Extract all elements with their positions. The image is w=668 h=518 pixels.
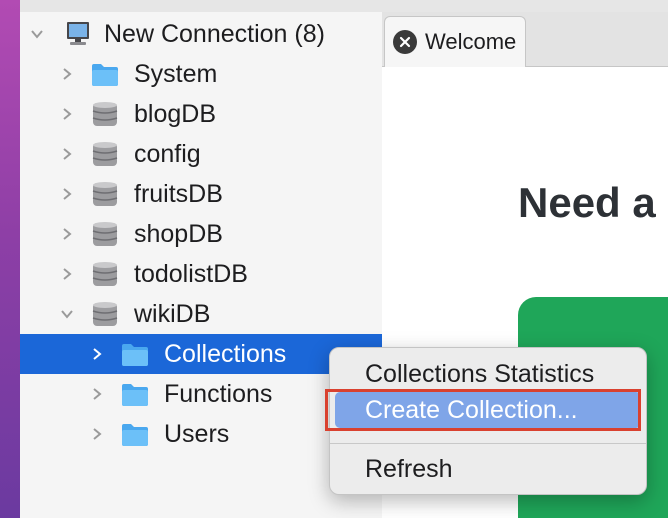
menu-item-label: Refresh xyxy=(365,455,453,483)
menu-item-refresh[interactable]: Refresh xyxy=(330,451,646,487)
tree-item-new-connection[interactable]: New Connection (8) xyxy=(20,14,382,54)
chevron-right-icon[interactable] xyxy=(57,214,77,254)
database-icon xyxy=(90,219,120,249)
chevron-right-icon[interactable] xyxy=(87,334,107,374)
database-icon xyxy=(90,139,120,169)
folder-icon xyxy=(120,339,150,369)
tree-item-label: blogDB xyxy=(134,100,216,128)
chevron-right-icon[interactable] xyxy=(57,174,77,214)
chevron-down-icon[interactable] xyxy=(57,294,77,334)
desktop-background xyxy=(0,0,20,518)
tree-item-label: shopDB xyxy=(134,220,223,248)
tree-item-system[interactable]: System xyxy=(20,54,382,94)
computer-icon xyxy=(63,19,93,49)
tree-item-wikidb[interactable]: wikiDB xyxy=(20,294,382,334)
tab-welcome[interactable]: Welcome xyxy=(384,16,526,67)
menu-item-collections-statistics[interactable]: Collections Statistics xyxy=(330,356,646,392)
tree-item-label: Collections xyxy=(164,340,287,368)
tab-bar: Welcome xyxy=(382,12,668,67)
chevron-right-icon[interactable] xyxy=(57,54,77,94)
chevron-right-icon[interactable] xyxy=(57,254,77,294)
tree-item-todolistdb[interactable]: todolistDB xyxy=(20,254,382,294)
tree-item-config[interactable]: config xyxy=(20,134,382,174)
chevron-down-icon[interactable] xyxy=(27,14,47,54)
tree-item-label: Users xyxy=(164,420,230,448)
tree-item-shopdb[interactable]: shopDB xyxy=(20,214,382,254)
tree-item-label: System xyxy=(134,60,218,88)
chevron-right-icon[interactable] xyxy=(57,94,77,134)
chevron-right-icon[interactable] xyxy=(87,374,107,414)
close-icon[interactable] xyxy=(393,30,417,54)
menu-item-label: Collections Statistics xyxy=(365,360,595,388)
tree-item-label: todolistDB xyxy=(134,260,248,288)
chevron-right-icon[interactable] xyxy=(87,414,107,454)
database-icon xyxy=(90,179,120,209)
tree-item-label: wikiDB xyxy=(134,300,211,328)
chevron-right-icon[interactable] xyxy=(57,134,77,174)
folder-icon xyxy=(120,379,150,409)
menu-separator xyxy=(330,443,646,444)
tree-item-label: Functions xyxy=(164,380,273,408)
tab-label: Welcome xyxy=(425,29,517,54)
tree-item-label: config xyxy=(134,140,201,168)
tree-item-fruitsdb[interactable]: fruitsDB xyxy=(20,174,382,214)
folder-icon xyxy=(90,59,120,89)
welcome-heading: Need a xyxy=(518,179,656,226)
tree-item-label: New Connection (8) xyxy=(104,20,325,48)
database-icon xyxy=(90,99,120,129)
database-icon xyxy=(90,299,120,329)
database-icon xyxy=(90,259,120,289)
tree-item-collections[interactable]: Collections xyxy=(20,334,382,374)
tree-item-label: fruitsDB xyxy=(134,180,223,208)
highlight-callout-box xyxy=(325,389,641,431)
connection-tree: New Connection (8) System blogDB config … xyxy=(20,12,382,518)
folder-icon xyxy=(120,419,150,449)
tree-item-blogdb[interactable]: blogDB xyxy=(20,94,382,134)
